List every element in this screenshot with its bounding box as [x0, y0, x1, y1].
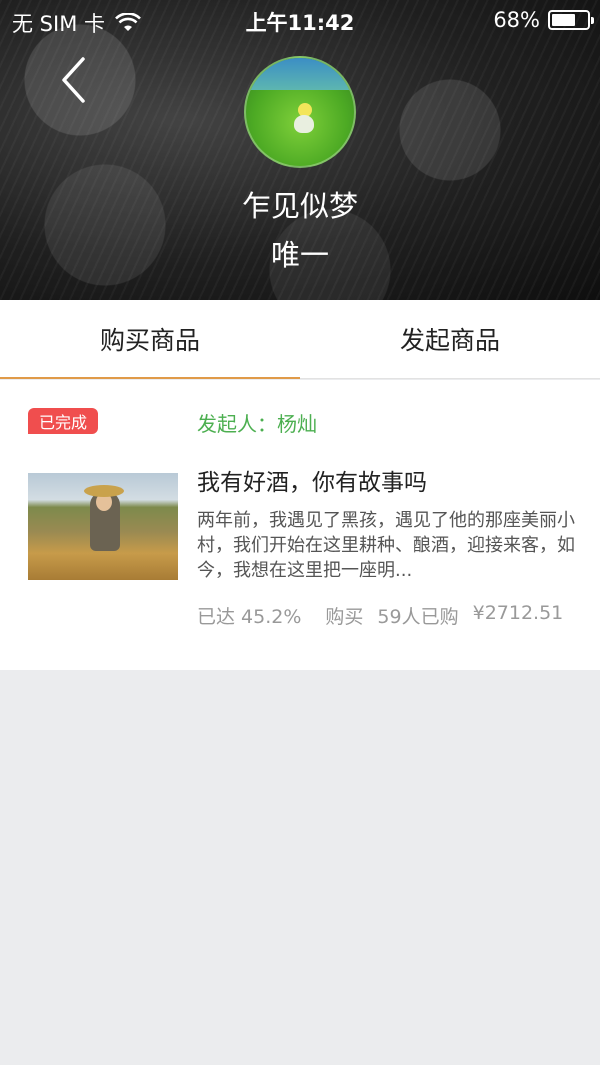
purchase-label: 购买: [325, 606, 364, 628]
item-thumbnail[interactable]: [28, 473, 178, 580]
username: 乍见似梦: [241, 189, 358, 223]
tab-purchased-items[interactable]: 购买商品: [0, 300, 300, 379]
item-title[interactable]: 我有好酒，你有故事吗: [197, 463, 427, 497]
initiator-label: 发起人：杨灿: [197, 412, 317, 436]
avatar[interactable]: [244, 56, 356, 168]
item-description: 两年前，我遇见了黑孩，遇见了他的那座美丽小村，我们开始在这里耕种、酿酒，迎接来客…: [197, 510, 575, 581]
battery-percent: 68%: [493, 8, 540, 32]
status-badge: 已完成: [28, 408, 98, 434]
item-stats: 已达 45.2% 购买 59人已购 ¥2712.51: [197, 602, 563, 629]
item-card[interactable]: 已完成 发起人：杨灿 我有好酒，你有故事吗 两年前，我遇见了黑孩，遇见了他的那座…: [0, 380, 600, 670]
amount-label: ¥2712.51: [472, 602, 564, 624]
tab-bar: 购买商品 发起商品: [0, 300, 600, 379]
user-signature: 唯一: [270, 238, 329, 272]
battery-icon: [548, 10, 594, 30]
progress-label: 已达 45.2%: [197, 606, 302, 628]
tab-initiated-items[interactable]: 发起商品: [300, 300, 600, 378]
battery-level: [552, 14, 576, 26]
chevron-left-icon: [62, 57, 85, 103]
buyers-count: 59人已购: [377, 606, 459, 628]
status-bar: 无 SIM 卡 上午11:42 68%: [0, 0, 600, 40]
back-button[interactable]: [55, 55, 95, 105]
